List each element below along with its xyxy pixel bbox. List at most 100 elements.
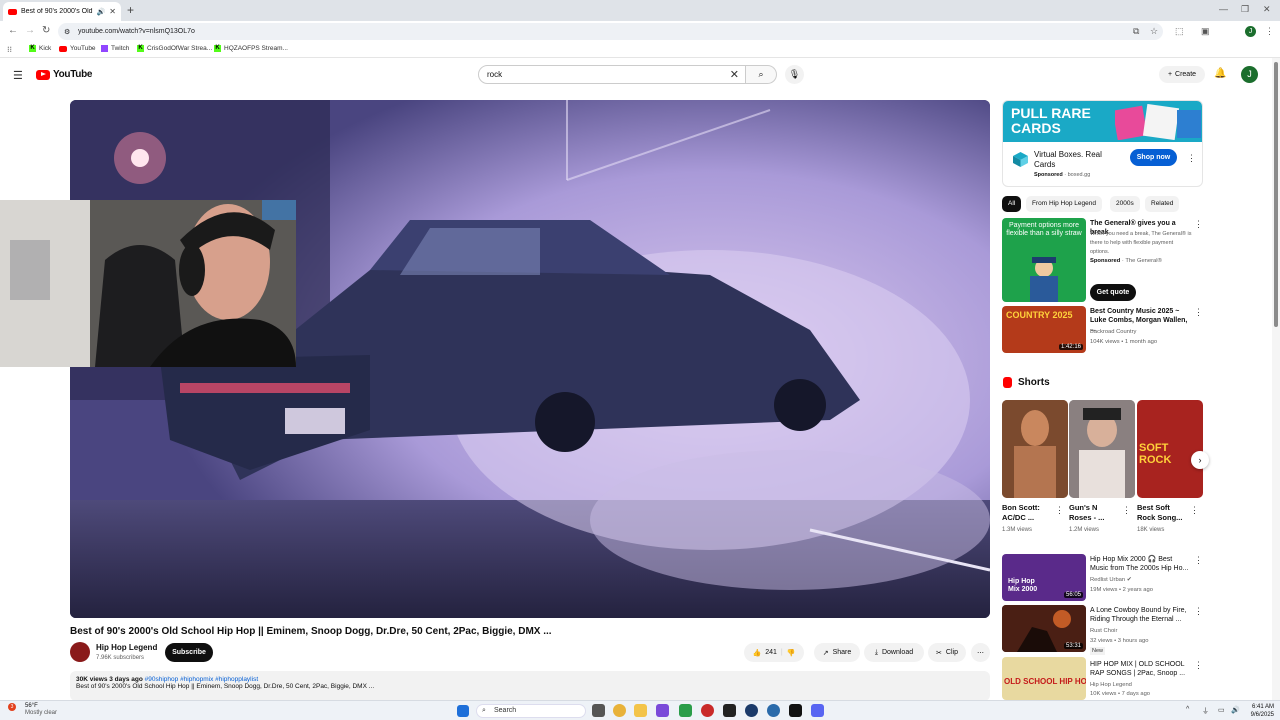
bookmark-twitch[interactable]: Twitch	[101, 45, 129, 52]
browser-profile-avatar[interactable]: J	[1245, 26, 1256, 37]
sidebar-icon[interactable]: ▣	[1201, 26, 1210, 37]
general-ad-thumbnail[interactable]: Payment options more flexible than a sil…	[1002, 218, 1086, 302]
channel-name[interactable]: Hip Hop Legend	[96, 643, 157, 652]
shorts-next-button[interactable]: ›	[1191, 451, 1209, 469]
chip-all[interactable]: All	[1002, 196, 1022, 212]
short-thumbnail[interactable]	[1002, 400, 1068, 498]
general-ad-menu-icon[interactable]: ⋮	[1194, 219, 1203, 230]
chip-related[interactable]: Related	[1145, 196, 1180, 212]
bookmark-youtube[interactable]: YouTube	[59, 45, 96, 52]
browser-menu-icon[interactable]: ⋮	[1265, 26, 1274, 37]
video-thumbnail[interactable]: OLD SCHOOL HIP HOP	[1002, 657, 1086, 700]
create-button[interactable]: + Create	[1159, 66, 1205, 83]
tray-chevron-icon[interactable]: ^	[1186, 706, 1189, 713]
weather-widget[interactable]: 3 56°F Mostly clear	[8, 703, 57, 717]
steam-alt-icon[interactable]	[767, 704, 780, 717]
video-menu-icon[interactable]: ⋮	[1194, 606, 1203, 617]
forward-button[interactable]: →	[25, 25, 35, 36]
app-icon[interactable]	[701, 704, 714, 717]
browser-tab-active[interactable]: Best of 90's 2000's Old Sch 🔊 ✕	[3, 2, 121, 21]
shop-now-button[interactable]: Shop now	[1130, 149, 1177, 166]
sponsored-ad-card[interactable]: PULL RARE CARDS Virtual Boxes. Real Cards…	[1002, 100, 1203, 187]
clear-search-icon[interactable]: ✕	[730, 68, 739, 81]
chip-from-channel[interactable]: From Hip Hop Legend	[1026, 196, 1102, 212]
bookmark-star-icon[interactable]: ☆	[1150, 26, 1158, 37]
short-thumbnail[interactable]: SOFT ROCK	[1137, 400, 1203, 498]
video-title-link[interactable]: Hip Hop Mix 2000 🎧 Best Music from The 2…	[1090, 555, 1192, 573]
network-icon[interactable]: ▭	[1218, 706, 1225, 714]
kick-icon: K	[137, 45, 144, 52]
copilot-icon[interactable]	[656, 704, 669, 717]
bookmark-crisgodofwar[interactable]: K CrisGodOfWar Strea...	[137, 45, 212, 52]
install-app-icon[interactable]: ⧉	[1133, 26, 1139, 37]
video-channel[interactable]: Redlist Urban ✔	[1090, 576, 1132, 584]
search-input[interactable]: rock ✕	[478, 65, 746, 84]
discord-icon[interactable]	[811, 704, 824, 717]
windows-start-icon[interactable]	[457, 705, 469, 717]
hamburger-menu-icon[interactable]: ☰	[13, 69, 23, 82]
clip-button[interactable]: ✂ Clip	[928, 643, 966, 662]
tray-app-icon[interactable]: ⏚	[1202, 706, 1209, 716]
new-tab-button[interactable]: +	[127, 3, 134, 17]
short-menu-icon[interactable]: ⋮	[1190, 505, 1199, 516]
close-window-button[interactable]: ✕	[1263, 4, 1271, 15]
youtube-logo[interactable]: YouTube	[36, 69, 93, 80]
app-icon[interactable]	[789, 704, 802, 717]
video-title-link[interactable]: HIP HOP MIX | OLD SCHOOL RAP SONGS | 2Pa…	[1090, 660, 1192, 678]
description-box[interactable]: 30K views 3 days ago #90shiphop #hiphopm…	[70, 671, 990, 701]
download-button[interactable]: ⤓ Download	[864, 643, 924, 662]
epic-games-icon[interactable]	[723, 704, 736, 717]
account-avatar[interactable]: J	[1241, 66, 1258, 83]
more-actions-button[interactable]: ⋯	[971, 643, 990, 662]
chip-2000s[interactable]: 2000s	[1110, 196, 1140, 212]
short-menu-icon[interactable]: ⋮	[1055, 505, 1064, 516]
channel-avatar[interactable]	[70, 642, 90, 662]
ad-menu-icon[interactable]: ⋮	[1187, 153, 1196, 164]
short-menu-icon[interactable]: ⋮	[1122, 505, 1131, 516]
volume-icon[interactable]: 🔊	[1231, 706, 1240, 714]
video-channel[interactable]: Backroad Country	[1090, 328, 1136, 336]
back-button[interactable]: ←	[8, 25, 18, 36]
xbox-icon[interactable]	[679, 704, 692, 717]
minimize-button[interactable]: —	[1219, 4, 1228, 14]
video-thumbnail[interactable]: Hip Hop Mix 2000 56:05	[1002, 554, 1086, 601]
short-thumbnail[interactable]	[1069, 400, 1135, 498]
tab-close-icon[interactable]: ✕	[109, 7, 116, 16]
apps-grid-icon[interactable]: ⁝⁝	[7, 45, 12, 54]
dislike-button[interactable]: 👎	[787, 649, 796, 657]
video-thumbnail[interactable]: 53:31	[1002, 605, 1086, 652]
short-views: 18K views	[1137, 527, 1165, 533]
video-channel[interactable]: Hip Hop Legend	[1090, 681, 1132, 689]
video-menu-icon[interactable]: ⋮	[1194, 660, 1203, 671]
maximize-button[interactable]: ❐	[1241, 4, 1249, 15]
share-button[interactable]: ↗ Share	[814, 643, 860, 662]
notifications-bell-icon[interactable]: 🔔	[1214, 68, 1226, 79]
reload-button[interactable]: ↻	[42, 25, 50, 36]
short-title[interactable]: Best Soft Rock Song...	[1137, 503, 1189, 523]
video-menu-icon[interactable]: ⋮	[1194, 555, 1203, 566]
subscribe-button[interactable]: Subscribe	[165, 643, 213, 662]
get-quote-button[interactable]: Get quote	[1090, 284, 1136, 301]
taskbar-search[interactable]: ⌕ Search	[476, 704, 586, 718]
site-info-icon[interactable]: ⚙	[64, 28, 70, 36]
bookmark-kick[interactable]: K Kick	[29, 45, 51, 52]
video-thumbnail[interactable]: COUNTRY 2025 1:42:16	[1002, 306, 1086, 353]
task-view-icon[interactable]	[592, 704, 605, 717]
video-title-link[interactable]: A Lone Cowboy Bound by Fire, Riding Thro…	[1090, 606, 1192, 624]
extensions-icon[interactable]: ⬚	[1175, 26, 1184, 37]
bookmark-hqzaofps[interactable]: K HQZAOFPS Stream...	[214, 45, 288, 52]
steam-icon[interactable]	[745, 704, 758, 717]
address-bar[interactable]: ⚙ youtube.com/watch?v=nlsmQ13OL7o	[58, 23, 1163, 40]
short-title[interactable]: Bon Scott: AC/DC ...	[1002, 503, 1054, 523]
video-channel[interactable]: Rust Choir	[1090, 627, 1117, 635]
file-explorer-icon[interactable]	[634, 704, 647, 717]
hashtags[interactable]: #90shiphop #hiphopmix #hiphopplaylist	[145, 676, 258, 683]
like-button[interactable]: 👍 241	[753, 649, 777, 657]
short-title[interactable]: Gun's N Roses - ...	[1069, 503, 1121, 523]
chrome-icon[interactable]	[613, 704, 626, 717]
search-button[interactable]: ⌕	[746, 65, 777, 84]
video-menu-icon[interactable]: ⋮	[1194, 307, 1203, 318]
scrollbar-thumb[interactable]	[1274, 62, 1278, 327]
system-clock[interactable]: 6:41 AM 9/6/2025	[1244, 703, 1274, 719]
voice-search-button[interactable]: 🎙	[785, 65, 804, 84]
